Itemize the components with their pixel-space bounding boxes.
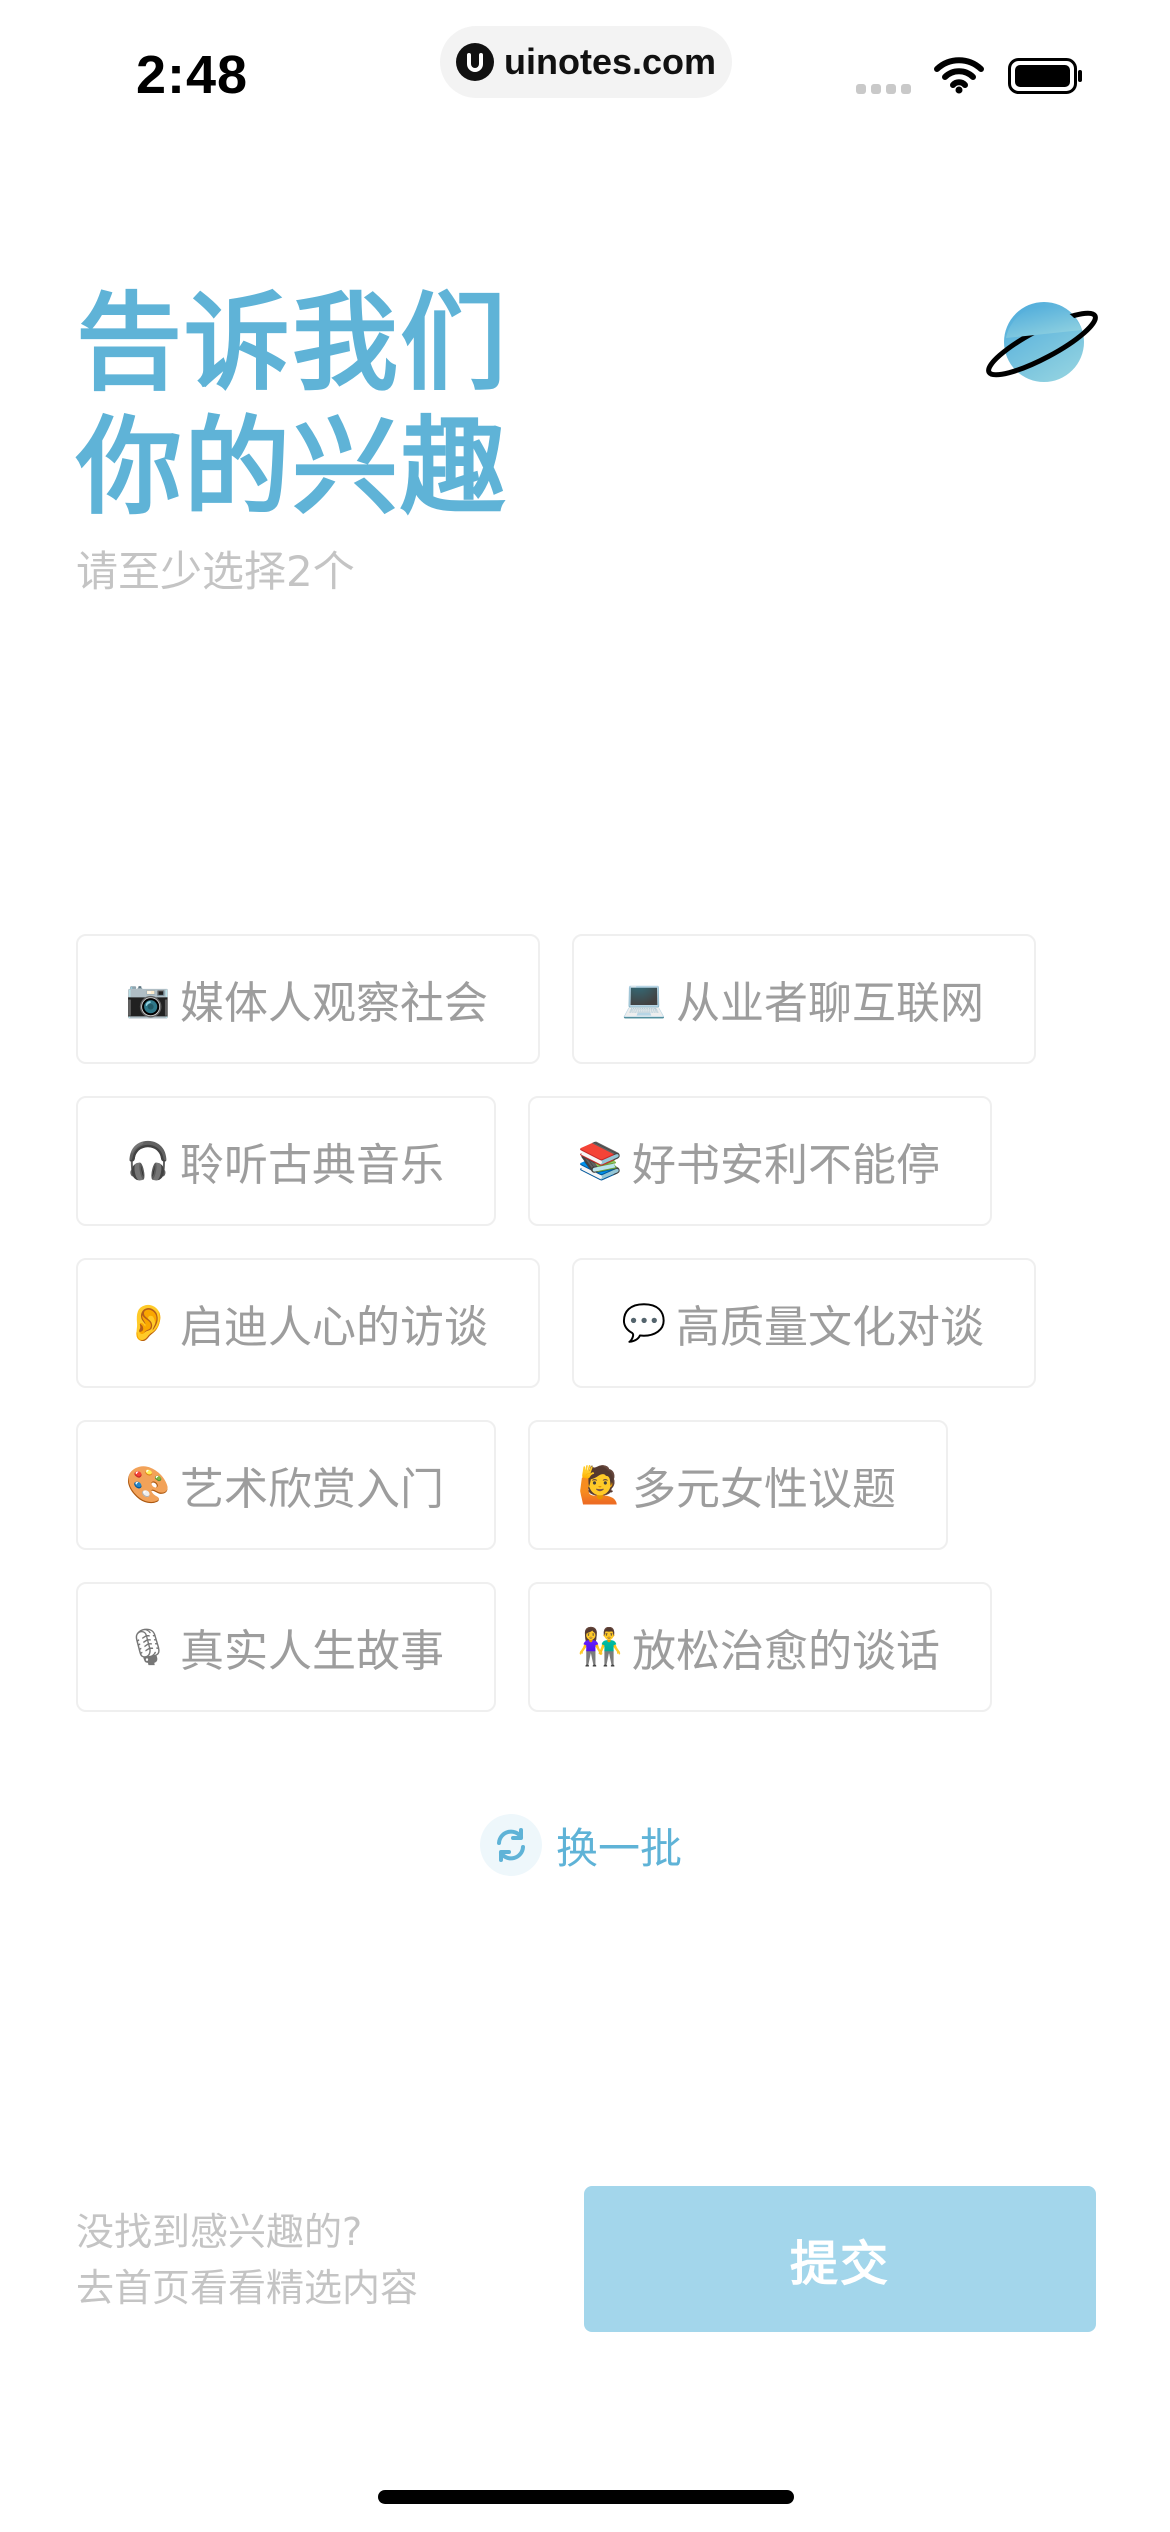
- interest-tag[interactable]: 💬 高质量文化对谈: [572, 1258, 1036, 1388]
- woman-icon: 🙋: [577, 1465, 623, 1506]
- interest-tag[interactable]: 🎨 艺术欣赏入门: [76, 1420, 496, 1550]
- hint-line1: 没找到感兴趣的?: [76, 2210, 363, 2254]
- interest-tag-label: 媒体人观察社会: [180, 978, 488, 1029]
- microphone-icon: 🎙: [125, 1627, 171, 1668]
- palette-icon: 🎨: [125, 1465, 171, 1506]
- interest-tag-label: 好书安利不能停: [632, 1140, 940, 1191]
- page-title-line1: 告诉我们: [76, 282, 508, 405]
- interest-tag-label: 放松治愈的谈话: [632, 1626, 940, 1677]
- status-time: 2:48: [136, 45, 249, 105]
- page-title-line2: 你的兴趣: [76, 406, 508, 529]
- home-indicator[interactable]: [378, 2490, 794, 2504]
- interest-tag[interactable]: 👫 放松治愈的谈话: [528, 1582, 992, 1712]
- laptop-icon: 💻: [621, 979, 667, 1020]
- planet-icon: [986, 302, 1098, 382]
- browse-home-hint[interactable]: 没找到感兴趣的? 去首页看看精选内容: [76, 2204, 418, 2316]
- camera-icon: 📷: [125, 979, 171, 1020]
- ear-icon: 👂: [125, 1303, 171, 1344]
- cellular-signal-icon: [856, 84, 911, 94]
- interest-tag-label: 聆听古典音乐: [180, 1140, 444, 1191]
- interest-tag[interactable]: 🙋 多元女性议题: [528, 1420, 948, 1550]
- interest-tag[interactable]: 📚 好书安利不能停: [528, 1096, 992, 1226]
- wifi-icon: [934, 57, 984, 94]
- interest-tag-label: 从业者聊互联网: [676, 978, 984, 1029]
- interest-tag[interactable]: 💻 从业者聊互联网: [572, 934, 1036, 1064]
- interest-tag-list: 📷 媒体人观察社会 💻 从业者聊互联网 🎧 聆听古典音乐 📚 好书安利不能停 👂…: [76, 934, 1096, 1744]
- url-text: uinotes.com: [503, 41, 717, 82]
- interest-tag-label: 高质量文化对谈: [676, 1302, 984, 1353]
- page-subtitle: 请至少选择2个: [76, 547, 355, 596]
- site-logo-icon: [455, 43, 494, 81]
- interest-tag[interactable]: 🎧 聆听古典音乐: [76, 1096, 496, 1226]
- books-icon: 📚: [577, 1141, 623, 1182]
- interest-tag[interactable]: 📷 媒体人观察社会: [76, 934, 540, 1064]
- couple-icon: 👫: [577, 1627, 623, 1668]
- interest-tag-label: 艺术欣赏入门: [180, 1464, 444, 1515]
- refresh-label: 换一批: [556, 1823, 683, 1873]
- page-title: 告诉我们 你的兴趣: [76, 282, 508, 530]
- interest-tag-label: 启迪人心的访谈: [180, 1302, 488, 1353]
- speech-bubble-icon: 💬: [621, 1303, 667, 1344]
- tag-row: 👂 启迪人心的访谈 💬 高质量文化对谈: [76, 1258, 1096, 1388]
- refresh-button[interactable]: 换一批: [480, 1814, 682, 1876]
- refresh-icon: [480, 1814, 542, 1876]
- submit-button[interactable]: 提交: [584, 2186, 1096, 2332]
- tag-row: 🎨 艺术欣赏入门 🙋 多元女性议题: [76, 1420, 1096, 1550]
- tag-row: 📷 媒体人观察社会 💻 从业者聊互联网: [76, 934, 1096, 1064]
- headphones-icon: 🎧: [125, 1141, 171, 1182]
- tag-row: 🎧 聆听古典音乐 📚 好书安利不能停: [76, 1096, 1096, 1226]
- tag-row: 🎙 真实人生故事 👫 放松治愈的谈话: [76, 1582, 1096, 1712]
- url-pill[interactable]: uinotes.com: [440, 26, 732, 98]
- battery-icon: [1008, 58, 1082, 94]
- interest-tag[interactable]: 👂 启迪人心的访谈: [76, 1258, 540, 1388]
- interest-tag-label: 真实人生故事: [180, 1626, 444, 1677]
- interest-tag[interactable]: 🎙 真实人生故事: [76, 1582, 496, 1712]
- interest-tag-label: 多元女性议题: [632, 1464, 896, 1515]
- hint-line2: 去首页看看精选内容: [76, 2266, 419, 2310]
